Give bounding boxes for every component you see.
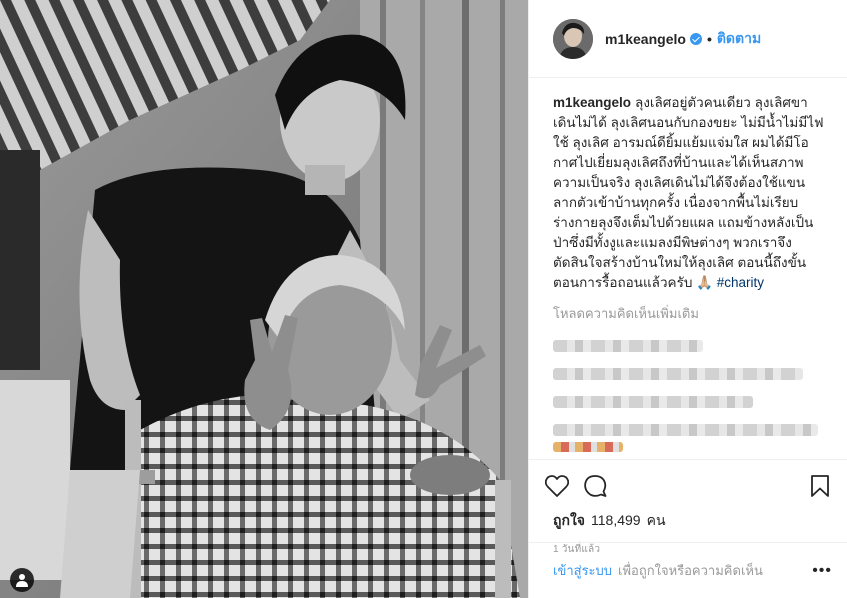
caption: m1keangelo ลุงเลิศอยู่ตัวคนเดียว ลุงเลิศข…: [553, 93, 824, 293]
more-options-icon[interactable]: •••: [812, 562, 832, 580]
post-photo[interactable]: [0, 0, 528, 598]
avatar-image: [553, 18, 593, 59]
comment-button[interactable]: [575, 466, 615, 506]
blurred-emoji-row: [553, 442, 623, 452]
post-side-panel: m1keangelo • ติดตาม m1keangelo ลุงเลิศอยู…: [528, 0, 847, 598]
user-tag-button[interactable]: [10, 568, 34, 592]
verified-badge-icon: [689, 32, 702, 45]
blurred-comment: [553, 340, 703, 352]
login-hint: เพื่อถูกใจหรือความคิดเห็น: [618, 563, 763, 578]
comments-section: m1keangelo ลุงเลิศอยู่ตัวคนเดียว ลุงเลิศข…: [529, 79, 847, 459]
hashtag-link[interactable]: #charity: [717, 275, 764, 290]
black-and-white-photo: [0, 0, 528, 598]
blurred-comment: [553, 424, 818, 436]
heart-icon: [545, 475, 569, 497]
blurred-comment: [553, 396, 753, 408]
follow-button[interactable]: ติดตาม: [717, 28, 761, 50]
avatar[interactable]: [553, 18, 593, 59]
like-button[interactable]: [537, 466, 577, 506]
blurred-comment: [553, 368, 803, 380]
caption-username[interactable]: m1keangelo: [553, 95, 631, 110]
comment-icon: [584, 475, 607, 497]
likes-label: ถูกใจ: [553, 512, 585, 528]
bookmark-icon: [811, 475, 829, 497]
likes-count[interactable]: ถูกใจ 118,499 คน: [545, 510, 832, 532]
post-header: m1keangelo • ติดตาม: [529, 0, 847, 78]
login-footer: เข้าสู่ระบบ เพื่อถูกใจหรือความคิดเห็น ••…: [529, 542, 847, 598]
username[interactable]: m1keangelo: [605, 31, 686, 47]
load-more-comments-button[interactable]: โหลดความคิดเห็นเพิ่มเติม: [553, 303, 824, 324]
instagram-post: m1keangelo • ติดตาม m1keangelo ลุงเลิศอยู…: [0, 0, 847, 598]
caption-text: ลุงเลิศอยู่ตัวคนเดียว ลุงเลิศขาเดินไม่ได…: [553, 95, 824, 290]
login-link[interactable]: เข้าสู่ระบบ: [553, 560, 612, 581]
likes-number: 118,499: [591, 512, 641, 528]
likes-unit: คน: [646, 512, 666, 528]
separator-dot: •: [706, 30, 712, 47]
save-button[interactable]: [800, 466, 840, 506]
user-tag-icon: [16, 574, 28, 587]
